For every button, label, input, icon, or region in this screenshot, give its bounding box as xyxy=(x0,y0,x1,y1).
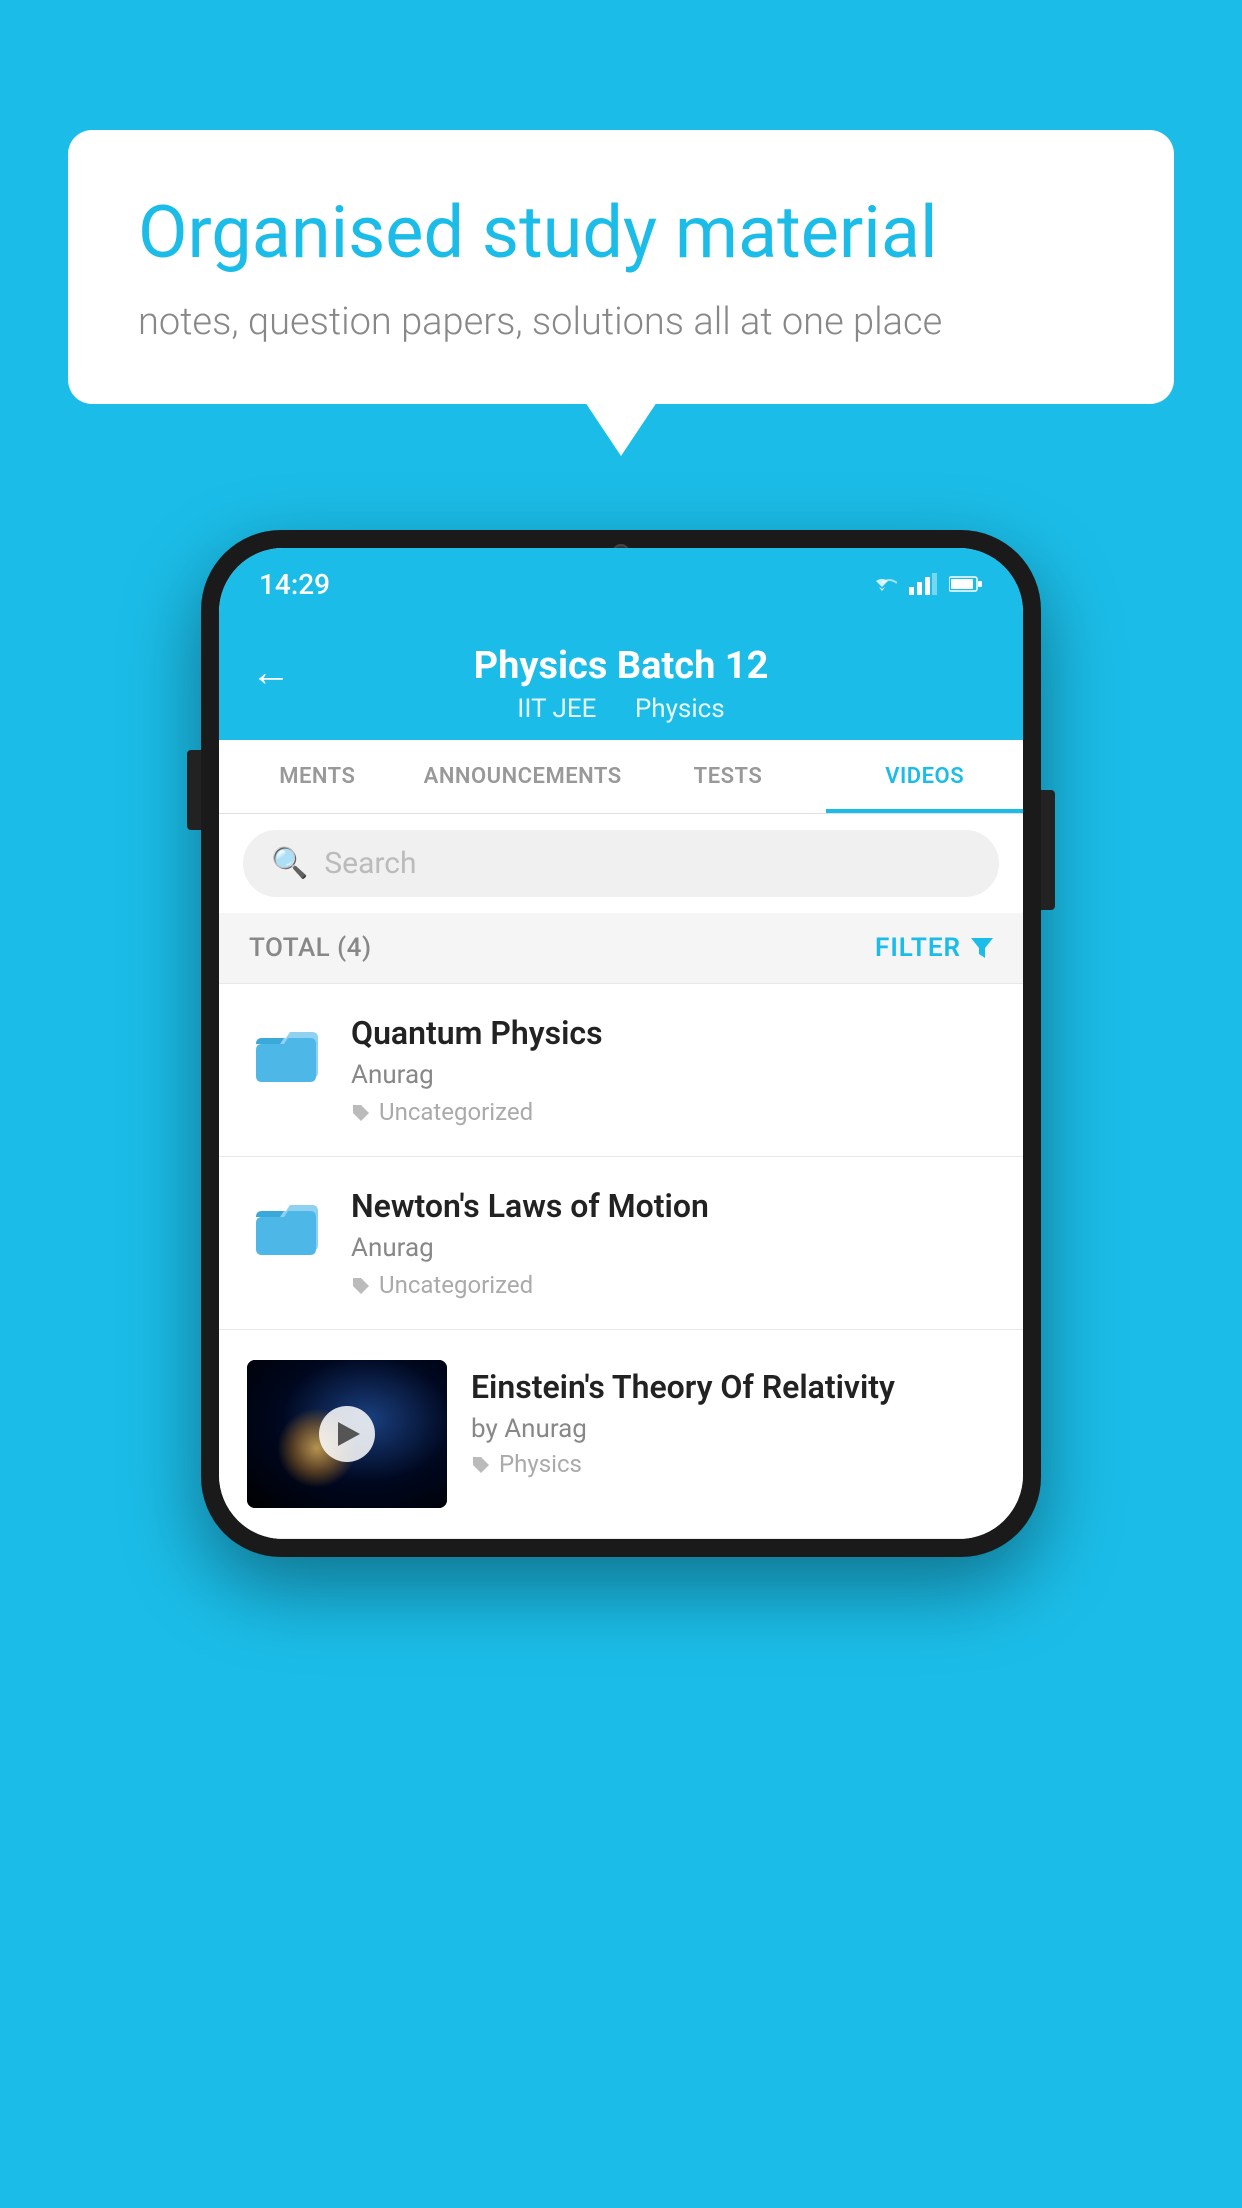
play-button[interactable] xyxy=(319,1406,375,1462)
search-bar-wrapper: 🔍 Search xyxy=(219,814,1023,913)
header-subject: Physics xyxy=(635,694,725,724)
filter-label: FILTER xyxy=(875,933,961,963)
folder-icon-wrapper xyxy=(247,1187,327,1255)
video-title: Einstein's Theory Of Relativity xyxy=(471,1368,995,1406)
tag-label: Uncategorized xyxy=(379,1271,533,1299)
speech-bubble-card: Organised study material notes, question… xyxy=(68,130,1174,404)
search-icon: 🔍 xyxy=(271,846,308,881)
tag-icon xyxy=(351,1103,371,1121)
tag-label: Uncategorized xyxy=(379,1098,533,1126)
tab-announcements[interactable]: ANNOUNCEMENTS xyxy=(416,740,630,813)
filter-icon xyxy=(971,938,993,958)
list-item[interactable]: Newton's Laws of Motion Anurag Uncategor… xyxy=(219,1157,1023,1330)
total-count: TOTAL (4) xyxy=(249,933,372,963)
back-button[interactable]: ← xyxy=(251,649,291,696)
video-tag: Uncategorized xyxy=(351,1098,995,1126)
folder-icon xyxy=(252,1195,322,1255)
video-tag: Uncategorized xyxy=(351,1271,995,1299)
tab-ments[interactable]: MENTS xyxy=(219,740,416,813)
bubble-subtitle: notes, question papers, solutions all at… xyxy=(138,300,1104,344)
status-icons xyxy=(867,573,983,595)
folder-icon-wrapper xyxy=(247,1014,327,1082)
phone-screen: 14:29 xyxy=(219,548,1023,1539)
tag-icon xyxy=(351,1276,371,1294)
header-title: Physics Batch 12 xyxy=(259,644,983,688)
header-category: IIT JEE xyxy=(517,694,596,724)
video-list: Quantum Physics Anurag Uncategorized xyxy=(219,984,1023,1539)
signal-icon xyxy=(909,573,937,595)
video-tag: Physics xyxy=(471,1450,995,1478)
battery-icon xyxy=(949,575,983,593)
list-item[interactable]: Quantum Physics Anurag Uncategorized xyxy=(219,984,1023,1157)
tag-icon xyxy=(471,1455,491,1473)
status-bar: 14:29 xyxy=(219,548,1023,620)
wifi-icon xyxy=(867,573,897,595)
search-input[interactable]: Search xyxy=(324,846,416,881)
tab-videos[interactable]: VIDEOS xyxy=(826,740,1023,813)
tab-tests[interactable]: TESTS xyxy=(630,740,827,813)
folder-icon xyxy=(252,1022,322,1082)
video-info: Newton's Laws of Motion Anurag Uncategor… xyxy=(351,1187,995,1299)
search-bar[interactable]: 🔍 Search xyxy=(243,830,999,897)
app-header: ← Physics Batch 12 IIT JEE Physics xyxy=(219,620,1023,740)
video-title: Quantum Physics xyxy=(351,1014,995,1052)
filter-button[interactable]: FILTER xyxy=(875,933,993,963)
status-time: 14:29 xyxy=(259,568,330,601)
video-info: Quantum Physics Anurag Uncategorized xyxy=(351,1014,995,1126)
video-author: Anurag xyxy=(351,1060,995,1090)
phone-mockup: 14:29 xyxy=(201,530,1041,1557)
header-subtitle: IIT JEE Physics xyxy=(259,694,983,724)
play-triangle-icon xyxy=(338,1422,360,1446)
video-title: Newton's Laws of Motion xyxy=(351,1187,995,1225)
tag-label: Physics xyxy=(499,1450,582,1478)
list-item[interactable]: Einstein's Theory Of Relativity by Anura… xyxy=(219,1330,1023,1539)
video-author: by Anurag xyxy=(471,1414,995,1444)
video-info: Einstein's Theory Of Relativity by Anura… xyxy=(471,1360,995,1478)
video-author: Anurag xyxy=(351,1233,995,1263)
video-thumbnail xyxy=(247,1360,447,1508)
speech-bubble-section: Organised study material notes, question… xyxy=(68,130,1174,404)
filter-bar: TOTAL (4) FILTER xyxy=(219,913,1023,984)
tabs-bar: MENTS ANNOUNCEMENTS TESTS VIDEOS xyxy=(219,740,1023,814)
bubble-title: Organised study material xyxy=(138,190,1104,276)
phone-frame: 14:29 xyxy=(201,530,1041,1557)
